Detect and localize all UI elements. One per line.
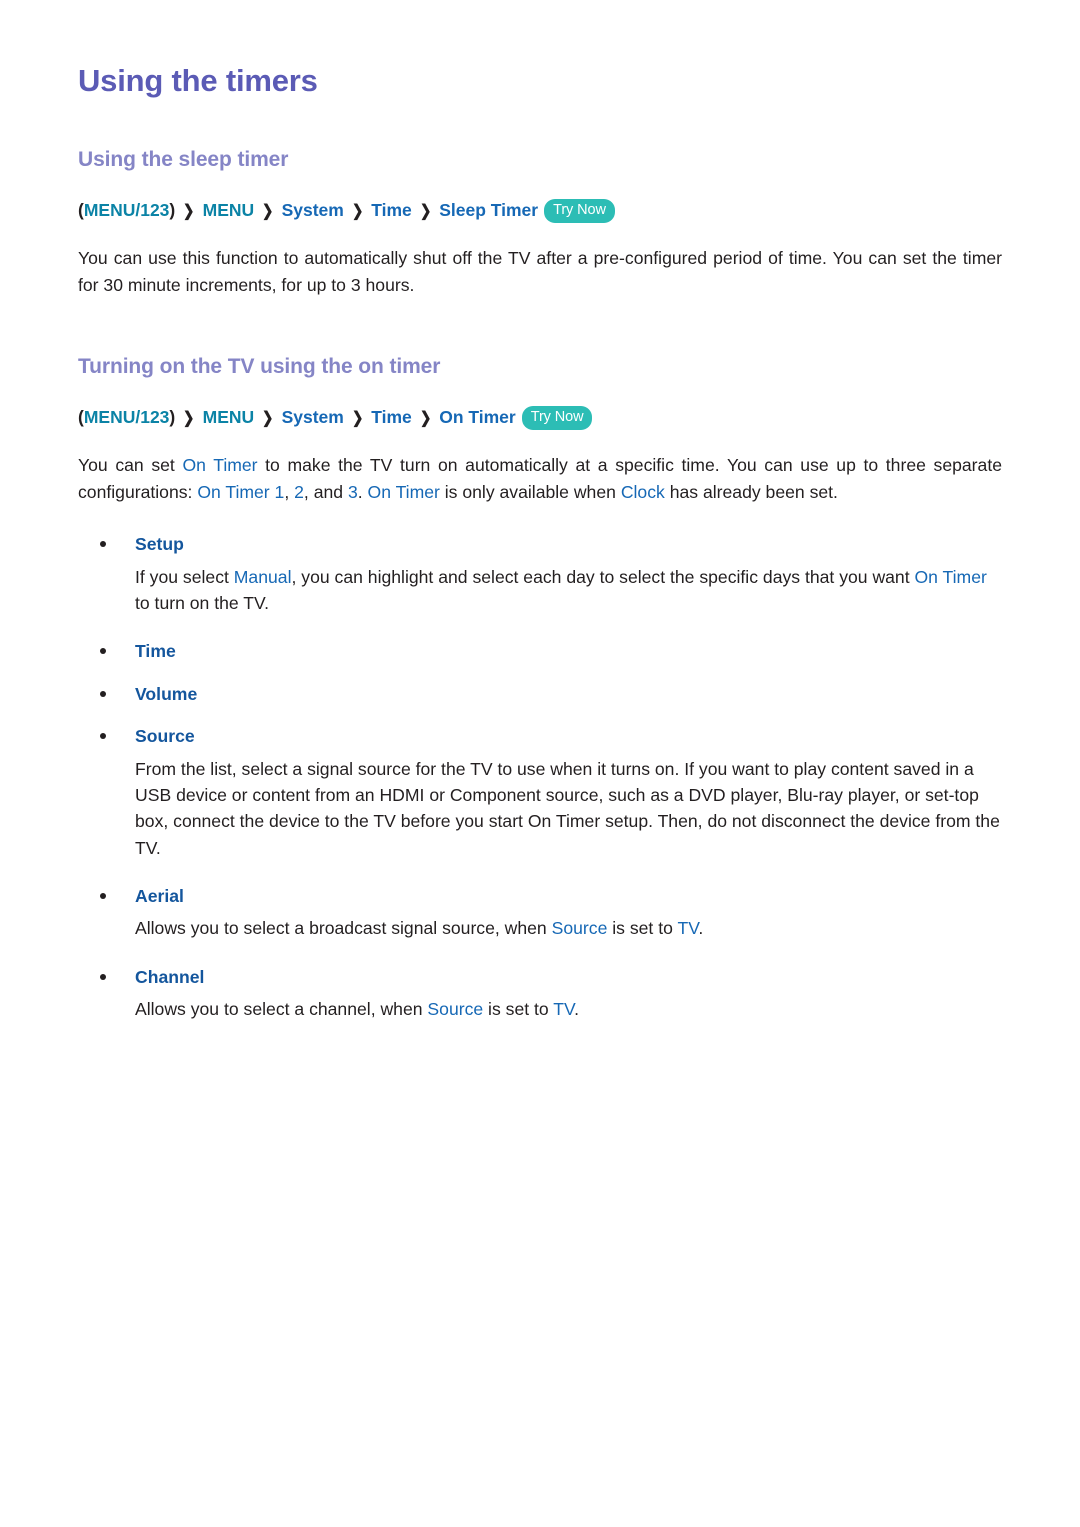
list-item-volume: Volume xyxy=(78,681,1002,707)
chevron-right-icon: ❯ xyxy=(262,410,274,428)
bullet-heading-source: Source xyxy=(78,723,1002,749)
text-run: . xyxy=(698,918,704,939)
chevron-right-icon: ❯ xyxy=(351,410,364,428)
paragraph-on-timer-intro: You can set On Timer to make the TV turn… xyxy=(78,452,1002,505)
document-page: Using the timers Using the sleep timer (… xyxy=(0,0,1080,1527)
breadcrumb-item-system[interactable]: System xyxy=(282,200,344,220)
chevron-right-icon: ❯ xyxy=(262,203,274,221)
bullet-heading-aerial: Aerial xyxy=(78,883,1002,909)
breadcrumb-item-menu[interactable]: MENU xyxy=(203,407,255,427)
bullet-heading-channel: Channel xyxy=(78,964,1002,990)
breadcrumb-sleep-timer: (MENU/123) ❯ MENU ❯ System ❯ Time ❯ Sleep Timer T… xyxy=(78,198,1002,225)
try-now-badge[interactable]: Try Now xyxy=(521,406,593,431)
breadcrumb-close-paren: ) xyxy=(169,200,176,221)
bullet-label: Source xyxy=(135,726,195,747)
breadcrumb-item-menu123[interactable]: MENU/123 xyxy=(84,407,170,427)
paragraph-setup: If you select Manual, you can highlight … xyxy=(135,564,1000,617)
text-run: is only available when xyxy=(439,481,621,502)
text-run: , and xyxy=(303,481,348,502)
bullet-label: Time xyxy=(135,641,176,662)
paragraph-text: You can use this function to automatical… xyxy=(78,248,1002,295)
breadcrumb-close-paren: ) xyxy=(169,407,176,428)
bullet-dot-icon xyxy=(100,648,106,655)
inline-term-on-timer: On Timer xyxy=(367,481,440,502)
bullet-label: Aerial xyxy=(135,886,184,907)
text-run: to turn on the TV. xyxy=(135,592,270,613)
bullet-heading-setup: Setup xyxy=(78,531,1002,557)
inline-term-source: Source xyxy=(551,918,608,939)
text-run: is set to xyxy=(483,999,554,1020)
bullet-heading-time: Time xyxy=(78,638,1002,664)
chevron-right-icon: ❯ xyxy=(419,410,432,428)
text-run: Allows you to select a channel, when xyxy=(135,999,428,1020)
breadcrumb-item-time[interactable]: Time xyxy=(371,200,412,220)
breadcrumb-item-menu[interactable]: MENU xyxy=(203,200,255,220)
bullet-label: Channel xyxy=(135,966,205,987)
chevron-right-icon: ❯ xyxy=(183,203,195,221)
bullet-dot-icon xyxy=(100,973,106,980)
text-run: . xyxy=(357,481,368,502)
breadcrumb-item-on-timer[interactable]: On Timer xyxy=(439,407,516,427)
paragraph-aerial: Allows you to select a broadcast signal … xyxy=(135,915,1000,941)
text-run: , you can highlight and select each day … xyxy=(291,566,915,587)
chevron-right-icon: ❯ xyxy=(183,410,195,428)
text-run: From the list, select a signal source fo… xyxy=(135,758,1000,858)
list-item-time: Time xyxy=(78,638,1002,664)
bullet-dot-icon xyxy=(100,541,106,548)
text-run: . xyxy=(574,999,580,1020)
text-run: You can set xyxy=(78,455,183,476)
inline-term-tv: TV xyxy=(553,999,575,1020)
inline-term-on-timer-1: On Timer 1 xyxy=(197,481,285,502)
inline-term-on-timer: On Timer xyxy=(914,566,987,587)
inline-term-on-timer-3: 3 xyxy=(347,481,358,502)
bullet-label: Volume xyxy=(135,683,198,704)
section-heading-on-timer: Turning on the TV using the on timer xyxy=(78,355,441,379)
bullet-dot-icon xyxy=(100,893,106,900)
breadcrumb-item-menu123[interactable]: MENU/123 xyxy=(84,200,170,220)
list-item-setup: Setup If you select Manual, you can high… xyxy=(78,531,1002,616)
text-run: has already been set. xyxy=(664,481,838,502)
inline-term-on-timer: On Timer xyxy=(182,455,258,476)
section-heading-sleep-timer: Using the sleep timer xyxy=(78,148,289,172)
paragraph-channel: Allows you to select a channel, when Sou… xyxy=(135,996,1000,1022)
bullet-body-aerial: Allows you to select a broadcast signal … xyxy=(78,915,1002,941)
bullet-heading-volume: Volume xyxy=(78,681,1002,707)
page-title: Using the timers xyxy=(78,63,318,98)
inline-term-tv: TV xyxy=(677,918,699,939)
list-item-channel: Channel Allows you to select a channel, … xyxy=(78,964,1002,1023)
text-run: If you select xyxy=(135,566,234,587)
breadcrumb-on-timer: (MENU/123) ❯ MENU ❯ System ❯ Time ❯ On Timer Try … xyxy=(78,405,1002,432)
try-now-badge[interactable]: Try Now xyxy=(544,199,615,224)
bullet-label: Setup xyxy=(135,534,184,555)
inline-term-clock: Clock xyxy=(620,481,665,502)
text-run: is set to xyxy=(607,918,678,939)
chevron-right-icon: ❯ xyxy=(351,203,364,221)
bullet-body-channel: Allows you to select a channel, when Sou… xyxy=(78,996,1002,1022)
bullet-dot-icon xyxy=(100,690,106,697)
breadcrumb-item-time[interactable]: Time xyxy=(371,407,412,427)
bullet-dot-icon xyxy=(100,733,106,740)
bullet-body-setup: If you select Manual, you can highlight … xyxy=(78,564,1002,617)
text-run: Allows you to select a broadcast signal … xyxy=(135,918,552,939)
breadcrumb-item-system[interactable]: System xyxy=(282,407,344,427)
text-run: , xyxy=(284,481,295,502)
list-item-aerial: Aerial Allows you to select a broadcast … xyxy=(78,883,1002,942)
paragraph-source: From the list, select a signal source fo… xyxy=(135,756,1000,862)
paragraph-sleep-timer: You can use this function to automatical… xyxy=(78,245,1002,298)
inline-term-on-timer-2: 2 xyxy=(294,481,304,502)
list-item-source: Source From the list, select a signal so… xyxy=(78,723,1002,861)
breadcrumb-item-sleep-timer[interactable]: Sleep Timer xyxy=(439,200,538,220)
inline-term-manual: Manual xyxy=(233,566,292,587)
chevron-right-icon: ❯ xyxy=(419,203,432,221)
on-timer-options-list: Setup If you select Manual, you can high… xyxy=(78,531,1002,1022)
inline-term-source: Source xyxy=(427,999,484,1020)
bullet-body-source: From the list, select a signal source fo… xyxy=(78,756,1002,862)
